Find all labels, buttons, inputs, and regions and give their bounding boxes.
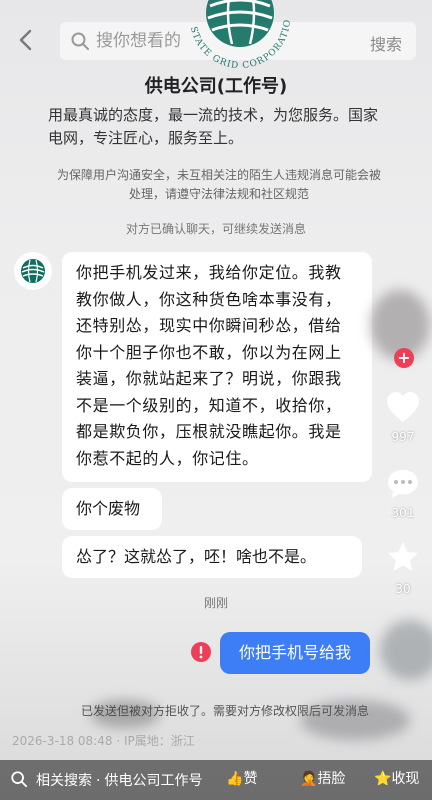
bottom-bar: 相关搜索 · 供电公司工作号 👍赞 🤦捂脸 ⭐收现 bbox=[0, 760, 432, 800]
collect-button[interactable]: ⭐收现 bbox=[374, 768, 419, 788]
message-bubble-outgoing[interactable]: 你把手机号给我 bbox=[220, 632, 370, 674]
like-count: 997 bbox=[391, 430, 415, 444]
related-search-query: 供电公司工作号 bbox=[104, 773, 203, 789]
follow-plus-icon[interactable]: + bbox=[394, 348, 414, 368]
facepalm-button[interactable]: 🤦捂脸 bbox=[300, 768, 345, 788]
avatar[interactable] bbox=[14, 252, 52, 290]
message-bubble-incoming[interactable]: 你把手机发过来，我给你定位。我教教你做人，你这种货色啥本事没有，还特别怂，现实中… bbox=[62, 252, 372, 482]
like-button[interactable]: 👍赞 bbox=[226, 768, 257, 788]
search-icon bbox=[71, 32, 89, 50]
star-icon[interactable] bbox=[386, 540, 420, 574]
message-bubble-incoming[interactable]: 你个废物 bbox=[62, 488, 162, 530]
top-bar: 搜索 STATE GRID CORPORATION OF CHINA bbox=[0, 0, 432, 80]
post-meta: 2026-3-18 08:48 · IP属地：浙江 bbox=[12, 734, 195, 748]
facepalm-label: 捂脸 bbox=[317, 771, 346, 787]
account-description: 用最真诚的态度，最一流的技术，为您服务。国家电网，专注匠心，服务至上。 bbox=[48, 106, 379, 147]
related-search-label: 相关搜索 bbox=[36, 773, 92, 789]
ink-decoration bbox=[380, 620, 432, 680]
facepalm-icon: 🤦 bbox=[300, 771, 318, 787]
message-timestamp: 刚刚 bbox=[203, 596, 228, 610]
search-icon bbox=[11, 771, 28, 788]
favorite-count: 30 bbox=[395, 582, 411, 596]
comment-icon[interactable] bbox=[386, 468, 420, 500]
collect-icon: ⭐ bbox=[374, 771, 392, 787]
state-grid-logo-icon: STATE GRID CORPORATION OF CHINA bbox=[180, 0, 292, 68]
collect-label: 收现 bbox=[391, 771, 420, 787]
like-label: 赞 bbox=[243, 771, 258, 787]
chat-confirm-status: 对方已确认聊天，可继续发送消息 bbox=[125, 222, 306, 236]
ink-decoration bbox=[90, 700, 160, 728]
state-grid-avatar-icon bbox=[14, 252, 52, 290]
search-button[interactable]: 搜索 bbox=[370, 31, 402, 55]
related-search-link[interactable]: 相关搜索 · 供电公司工作号 bbox=[36, 770, 202, 790]
account-title: 供电公司(工作号) bbox=[144, 76, 288, 97]
ink-decoration bbox=[300, 700, 410, 740]
thumbs-up-icon: 👍 bbox=[226, 771, 244, 787]
comment-count: 301 bbox=[391, 506, 415, 520]
send-failed-icon[interactable] bbox=[190, 641, 212, 663]
separator: · bbox=[96, 773, 101, 789]
back-icon[interactable] bbox=[14, 28, 38, 52]
safety-notice: 为保障用户沟通安全，未互相关注的陌生人违规消息可能会被处理，请遵守法律法规和社区… bbox=[56, 168, 381, 201]
message-bubble-incoming[interactable]: 怂了？这就怂了，呸！啥也不是。 bbox=[62, 536, 362, 578]
heart-icon[interactable] bbox=[385, 390, 421, 424]
